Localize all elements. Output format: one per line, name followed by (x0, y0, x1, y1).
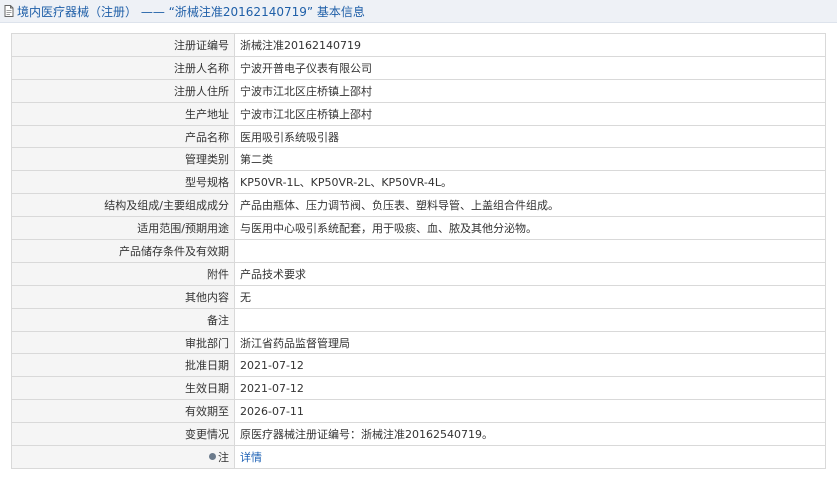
table-row: 批准日期 2021-07-12 (11, 353, 826, 378)
row-value: 产品由瓶体、压力调节阀、负压表、塑料导管、上盖组合件组成。 (234, 193, 826, 218)
table-row: 其他内容无 (11, 284, 826, 309)
table-row: 变更情况 原医疗器械注册证编号：浙械注准20162540719。 (11, 422, 826, 447)
row-label: 注 (218, 450, 229, 464)
table-row: 备注 (11, 307, 826, 332)
row-value: 无 (234, 284, 826, 309)
table-row: 生效日期 2021-07-12 (11, 376, 826, 401)
table-row: 注册人名称 宁波开普电子仪表有限公司 (11, 55, 826, 80)
row-value: 2026-07-11 (234, 399, 826, 424)
row-value: 原医疗器械注册证编号：浙械注准20162540719。 (234, 422, 826, 447)
row-label: 附件 (11, 261, 235, 286)
row-label: 注册证编号 (11, 33, 235, 57)
row-value (234, 307, 826, 332)
document-icon (4, 5, 14, 17)
row-label: 产品储存条件及有效期 (11, 239, 235, 263)
title-suffix: 基本信息 (316, 4, 365, 19)
details-link[interactable]: 详情 (240, 451, 262, 464)
row-value: 产品技术要求 (234, 261, 826, 286)
row-value: 宁波开普电子仪表有限公司 (234, 55, 826, 80)
table-row: 注 详情 (11, 445, 826, 469)
row-label: 备注 (11, 307, 235, 332)
row-label: 结构及组成/主要组成成分 (11, 193, 235, 218)
row-value: 浙江省药品监督管理局 (234, 330, 826, 355)
title-registration: “浙械注准20162140719” (168, 4, 314, 19)
table-row: 注册人住所 宁波市江北区庄桥镇上邵村 (11, 78, 826, 103)
row-value: 宁波市江北区庄桥镇上邵村 (234, 101, 826, 126)
table-row: 结构及组成/主要组成成分 产品由瓶体、压力调节阀、负压表、塑料导管、上盖组合件组成… (11, 193, 826, 218)
row-label: 注册人名称 (11, 55, 235, 80)
page-header: 境内医疗器械（注册） —— “浙械注准20162140719” 基本信息 (0, 0, 837, 23)
row-label: 注册人住所 (11, 78, 235, 103)
row-value: 与医用中心吸引系统配套，用于吸痰、血、脓及其他分泌物。 (234, 216, 826, 241)
table-row: 管理类别 第二类 (11, 147, 826, 172)
page-title: 境内医疗器械（注册） —— “浙械注准20162140719” 基本信息 (17, 3, 365, 20)
row-label: 产品名称 (11, 124, 235, 149)
note-label-cell: 注 (11, 445, 235, 469)
table-row: 产品储存条件及有效期 (11, 239, 826, 263)
table-row: 产品名称 医用吸引系统吸引器 (11, 124, 826, 149)
row-label: 适用范围/预期用途 (11, 216, 235, 241)
info-table: 注册证编号 浙械注准20162140719 注册人名称 宁波开普电子仪表有限公司 注… (11, 33, 826, 469)
table-row: 附件 产品技术要求 (11, 261, 826, 286)
row-value: 第二类 (234, 147, 826, 172)
row-value: KP50VR-1L、KP50VR-2L、KP50VR-4L。 (234, 170, 826, 195)
table-row: 生产地址 宁波市江北区庄桥镇上邵村 (11, 101, 826, 126)
table-row: 型号规格 KP50VR-1L、KP50VR-2L、KP50VR-4L。 (11, 170, 826, 195)
table-row: 审批部门 浙江省药品监督管理局 (11, 330, 826, 355)
row-label: 变更情况 (11, 422, 235, 447)
row-label: 管理类别 (11, 147, 235, 172)
pin-icon (209, 453, 216, 461)
table-row: 有效期至 2026-07-11 (11, 399, 826, 424)
table-row: 注册证编号 浙械注准20162140719 (11, 33, 826, 57)
table-row: 适用范围/预期用途 与医用中心吸引系统配套，用于吸痰、血、脓及其他分泌物。 (11, 216, 826, 241)
row-label: 生产地址 (11, 101, 235, 126)
row-label: 批准日期 (11, 353, 235, 378)
row-value: 2021-07-12 (234, 376, 826, 401)
row-value: 浙械注准20162140719 (234, 33, 826, 57)
row-value: 医用吸引系统吸引器 (234, 124, 826, 149)
row-value: 2021-07-12 (234, 353, 826, 378)
title-category: 境内医疗器械（注册） (17, 4, 138, 19)
row-label: 生效日期 (11, 376, 235, 401)
row-value: 详情 (234, 445, 826, 469)
row-label: 审批部门 (11, 330, 235, 355)
row-label: 有效期至 (11, 399, 235, 424)
row-label: 型号规格 (11, 170, 235, 195)
title-separator: —— (140, 4, 165, 19)
row-value: 宁波市江北区庄桥镇上邵村 (234, 78, 826, 103)
row-value (234, 239, 826, 263)
row-label: 其他内容 (11, 284, 235, 309)
